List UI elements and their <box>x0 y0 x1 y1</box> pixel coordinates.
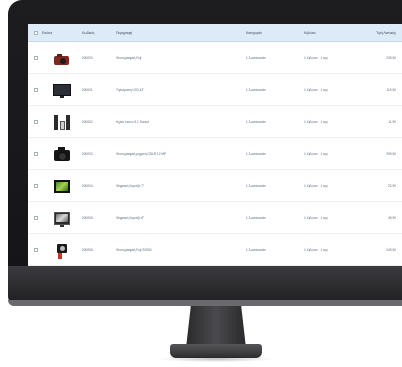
row-code: 000004 <box>82 183 93 188</box>
row-unit: 1 Κιβώτιο · 1 τεμ. <box>304 87 329 92</box>
row-code: 000006 <box>82 247 93 252</box>
row-unit: 1 Κιβώτιο · 1 τεμ. <box>304 119 329 124</box>
row-unit: 1 Κιβώτιο · 1 τεμ. <box>304 215 329 220</box>
row-checkbox[interactable] <box>34 119 38 124</box>
row-checkbox[interactable] <box>34 87 38 92</box>
table-row[interactable]: 000006 Φωτογραφική Fuji S2950 1 Συσκευασ… <box>28 234 402 266</box>
row-price: 299,90 <box>386 151 396 156</box>
tv-icon <box>52 81 72 99</box>
row-description: Ψηφιακή Κορνίζα 7" <box>116 183 145 188</box>
dslr-camera-icon <box>52 145 72 163</box>
row-category: 1 Συσκευασία <box>246 215 266 220</box>
photo-frame-icon <box>52 177 72 195</box>
row-unit: 1 Κιβώτιο · 1 τεμ. <box>304 247 329 252</box>
row-price: 22,90 <box>388 183 396 188</box>
column-header-code[interactable]: Κωδικός <box>80 31 114 35</box>
row-code: 000000 <box>82 55 93 60</box>
column-header-image[interactable]: Εικόνα <box>40 31 80 35</box>
row-description: Φωτογραφική μηχανή DSLR 12 MP <box>116 151 167 156</box>
row-price: 239,90 <box>386 55 396 60</box>
row-checkbox[interactable] <box>34 215 38 220</box>
photo-frame-icon <box>52 209 72 227</box>
row-unit: 1 Κιβώτιο · 1 τεμ. <box>304 55 329 60</box>
row-code: 000005 <box>82 215 93 220</box>
table-row[interactable]: 000004 Ψηφιακή Κορνίζα 7" 1 Συσκευασία 1… <box>28 170 402 202</box>
compact-camera-icon <box>52 49 72 67</box>
monitor-stand-neck <box>186 306 246 348</box>
row-category: 1 Συσκευασία <box>246 119 266 124</box>
row-checkbox[interactable] <box>34 247 38 252</box>
row-category: 1 Συσκευασία <box>246 183 266 188</box>
row-checkbox[interactable] <box>34 151 38 156</box>
row-category: 1 Συσκευασία <box>246 55 266 60</box>
row-unit: 1 Κιβώτιο · 1 τεμ. <box>304 183 329 188</box>
monitor-screen: Εικόνα Κωδικός Περιγραφή Κατηγορία Κιβώτ… <box>28 24 402 266</box>
table-row[interactable]: 000001 Τηλεόραση LED 42" 1 Συσκευασία 1 … <box>28 74 402 106</box>
row-unit: 1 Κιβώτιο · 1 τεμ. <box>304 151 329 156</box>
row-category: 1 Συσκευασία <box>246 87 266 92</box>
monitor-stand-shadow <box>158 356 274 362</box>
table-row[interactable]: 000005 Ψηφιακή Κορνίζα 8" 1 Συσκευασία 1… <box>28 202 402 234</box>
table-row[interactable]: 000003 Φωτογραφική μηχανή DSLR 12 MP 1 Σ… <box>28 138 402 170</box>
row-description: Τηλεόραση LED 42" <box>116 87 145 92</box>
row-description: Φωτογραφική Fuji <box>116 55 142 60</box>
row-checkbox[interactable] <box>34 55 38 60</box>
select-all-checkbox-cell[interactable] <box>28 30 40 35</box>
select-all-checkbox[interactable] <box>34 30 38 35</box>
row-category: 1 Συσκευασία <box>246 247 266 252</box>
column-header-unit[interactable]: Κιβώτιο <box>302 31 358 35</box>
row-description: Ψηφιακή Κορνίζα 8" <box>116 215 145 220</box>
row-price: 119,90 <box>386 87 396 92</box>
table-row[interactable]: 000000 Φωτογραφική Fuji 1 Συσκευασία 1 Κ… <box>28 42 402 74</box>
row-code: 000002 <box>82 119 93 124</box>
table-row[interactable]: 000002 Ηχεία Lenco 5.1 Sound 1 Συσκευασί… <box>28 106 402 138</box>
row-price: 249,90 <box>386 247 396 252</box>
row-description: Ηχεία Lenco 5.1 Sound <box>116 119 149 124</box>
column-header-category[interactable]: Κατηγορία <box>244 31 302 35</box>
row-price: 49,90 <box>388 215 396 220</box>
column-header-description[interactable]: Περιγραφή <box>114 31 244 35</box>
row-code: 000003 <box>82 151 93 156</box>
row-code: 000001 <box>82 87 93 92</box>
row-checkbox[interactable] <box>34 183 38 188</box>
row-description: Φωτογραφική Fuji S2950 <box>116 247 152 252</box>
table-header: Εικόνα Κωδικός Περιγραφή Κατηγορία Κιβώτ… <box>28 24 402 42</box>
row-category: 1 Συσκευασία <box>246 151 266 156</box>
monitor-chin-edge <box>8 300 402 306</box>
row-price: 11,90 <box>388 119 396 124</box>
compact-camera-icon <box>52 241 72 259</box>
column-header-price[interactable]: Τιμή Λιανικής <box>358 31 402 35</box>
speakers-icon <box>52 113 72 131</box>
